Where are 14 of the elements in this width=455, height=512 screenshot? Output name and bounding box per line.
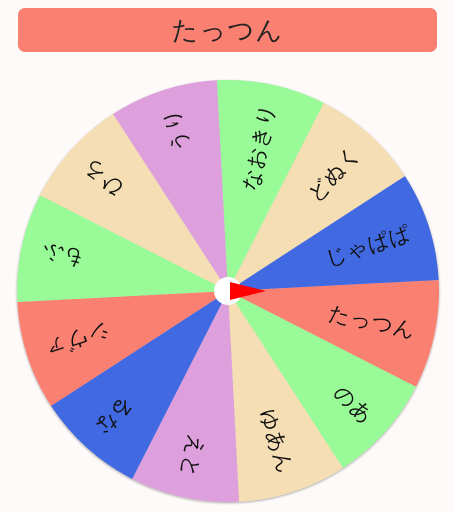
segment-label: なおきり [238,102,280,193]
segment-label: たっつん [326,300,418,342]
segment-label: のあ [329,380,378,428]
segment-label: もふ [38,240,87,272]
segment-label: うり [158,106,194,155]
segment-label: るな [91,392,139,441]
segment-label: えと [176,432,210,480]
result-title: たっつん [18,8,437,52]
segment-label: じゃぱぱ [322,220,414,271]
segment-label: シヴァ [42,318,113,362]
segment-label: ひろ [78,154,127,202]
segment-label: どぬく [302,141,365,206]
pointer-icon [230,282,266,300]
segment-label: ゆあん [255,406,298,476]
